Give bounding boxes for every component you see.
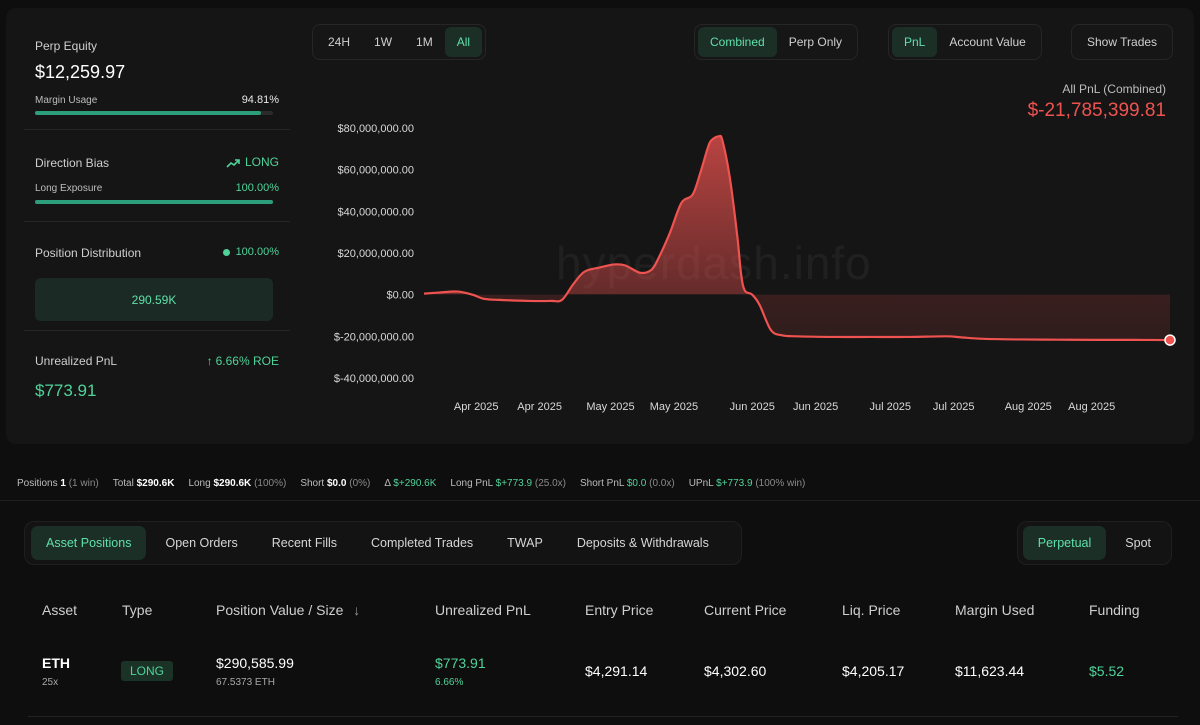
position-type-badge: LONG — [121, 661, 174, 681]
tab-deposits-withdrawals[interactable]: Deposits & Withdrawals — [562, 526, 724, 560]
positions-summary: Positions 1 (1 win) Total $290.6K Long $… — [17, 478, 805, 489]
column-header-unrealized-pnl[interactable]: Unrealized PnL — [435, 602, 531, 618]
divider — [0, 500, 1200, 501]
tab-recent-fills[interactable]: Recent Fills — [257, 526, 352, 560]
summary-delta: Δ $+290.6K — [384, 478, 437, 489]
y-tick-label: $20,000,000.00 — [338, 248, 414, 260]
y-tick-label: $40,000,000.00 — [338, 206, 414, 218]
y-tick-label: $0.00 — [386, 290, 414, 302]
x-tick-label: Aug 2025 — [1005, 401, 1052, 413]
tab-twap[interactable]: TWAP — [492, 526, 558, 560]
column-header-entry-price[interactable]: Entry Price — [585, 602, 653, 618]
sort-desc-icon: ↓ — [353, 602, 361, 618]
row-margin-used: $11,623.44 — [955, 663, 1025, 679]
pnl-area-negative — [424, 294, 1170, 341]
x-tick-label: Aug 2025 — [1068, 401, 1115, 413]
column-header-asset[interactable]: Asset — [42, 602, 77, 618]
y-tick-label: $-40,000,000.00 — [334, 373, 414, 385]
row-unrealized-pnl: $773.91 — [435, 655, 486, 671]
market-type-selector: Perpetual Spot — [1016, 521, 1172, 565]
x-tick-label: Jun 2025 — [793, 401, 838, 413]
position-value-header-label: Position Value / Size — [216, 602, 344, 618]
y-tick-label: $60,000,000.00 — [338, 165, 414, 177]
row-asset: ETH — [42, 655, 70, 671]
positions-tabbar: Asset Positions Open Orders Recent Fills… — [24, 521, 742, 565]
summary-long: Long $290.6K (100%) — [188, 478, 287, 489]
x-tick-label: May 2025 — [650, 401, 698, 413]
x-tick-label: Jul 2025 — [869, 401, 911, 413]
row-unrealized-pnl-percent: 6.66% — [435, 677, 464, 688]
tab-open-orders[interactable]: Open Orders — [150, 526, 252, 560]
y-tick-label: $-20,000,000.00 — [334, 331, 414, 343]
x-tick-label: Jun 2025 — [730, 401, 775, 413]
market-type-spot[interactable]: Spot — [1110, 526, 1166, 560]
column-header-funding[interactable]: Funding — [1089, 602, 1140, 618]
row-leverage: 25x — [42, 677, 59, 688]
column-header-type[interactable]: Type — [122, 602, 152, 618]
series-layer — [423, 134, 1176, 346]
column-header-margin-used[interactable]: Margin Used — [955, 602, 1034, 618]
pnl-chart[interactable]: $80,000,000.00 $60,000,000.00 $40,000,000.… — [6, 8, 1194, 444]
pnl-last-point[interactable] — [1164, 334, 1176, 346]
summary-total: Total $290.6K — [112, 478, 175, 489]
tab-completed-trades[interactable]: Completed Trades — [356, 526, 488, 560]
column-header-current-price[interactable]: Current Price — [704, 602, 786, 618]
x-axis: Apr 2025 Apr 2025 May 2025 May 2025 Jun 2025… — [454, 401, 1115, 413]
row-funding: $5.52 — [1089, 663, 1125, 679]
row-current-price: $4,302.60 — [704, 663, 767, 679]
row-position-size: 67.5373 ETH — [216, 677, 275, 688]
summary-short-pnl: Short PnL $0.0 (0.0x) — [579, 478, 675, 489]
tab-asset-positions[interactable]: Asset Positions — [31, 526, 147, 560]
column-header-position-value[interactable]: Position Value / Size ↓ — [216, 602, 360, 618]
column-header-liq-price[interactable]: Liq. Price — [842, 602, 900, 618]
x-tick-label: Apr 2025 — [454, 401, 499, 413]
x-tick-label: May 2025 — [586, 401, 634, 413]
summary-short: Short $0.0 (0%) — [300, 478, 371, 489]
table-bottom-border — [28, 716, 1178, 717]
y-axis: $80,000,000.00 $60,000,000.00 $40,000,000.… — [334, 123, 414, 385]
x-tick-label: Jul 2025 — [933, 401, 975, 413]
summary-positions: Positions 1 (1 win) — [17, 478, 99, 489]
row-entry-price: $4,291.14 — [585, 663, 648, 679]
market-type-perpetual[interactable]: Perpetual — [1022, 526, 1107, 560]
row-position-value: $290,585.99 — [216, 655, 294, 671]
x-tick-label: Apr 2025 — [517, 401, 562, 413]
y-tick-label: $80,000,000.00 — [338, 123, 414, 135]
row-liq-price: $4,205.17 — [842, 663, 905, 679]
summary-upnl: UPnL $+773.9 (100% win) — [688, 478, 806, 489]
summary-long-pnl: Long PnL $+773.9 (25.0x) — [450, 478, 566, 489]
overview-card: Perp Equity $12,259.97 Margin Usage 94.8… — [6, 8, 1194, 444]
